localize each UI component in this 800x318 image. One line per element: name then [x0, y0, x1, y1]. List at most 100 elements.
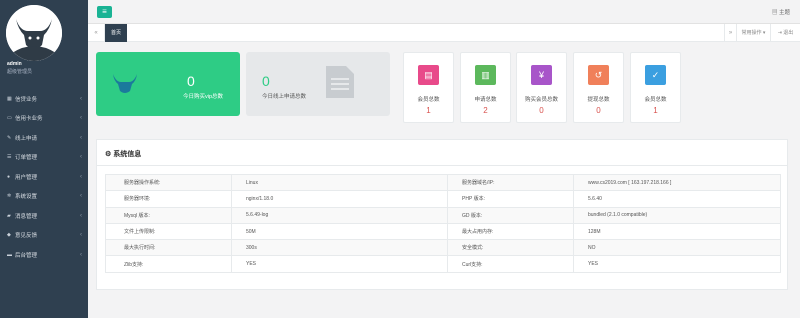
theme-button[interactable]: ▤ 主题 [772, 8, 790, 16]
sidebar-item-label: 线上申请 [15, 135, 38, 142]
sidebar-item-users[interactable]: ● 用户管理 ‹ [0, 167, 88, 187]
stat-value: 1 [426, 106, 431, 115]
table-cell: 5.6.49-log [231, 206, 448, 224]
table-cell: www.cs2019.com [ 163.197.218.166 ] [573, 173, 781, 192]
table-cell: GD 版本: [447, 206, 574, 224]
comment-icon: ◆ [7, 232, 11, 239]
table-cell: 服务器操作系统: [105, 173, 232, 192]
bull-logo-icon [6, 5, 62, 61]
caret-down-icon: ▾ [761, 30, 766, 36]
theme-label: 主题 [778, 10, 790, 16]
stat-value: 1 [653, 106, 658, 115]
topbar: ≡ ▤ 主题 [88, 0, 800, 24]
apply-today-card: 0 今日线上申请总数 [246, 52, 390, 116]
table-cell: bundled (2.1.0 compatible) [573, 206, 781, 224]
tab-home[interactable]: 首页 [105, 24, 127, 42]
edit-icon: ✎ [7, 134, 12, 141]
table-cell: Curl支持: [447, 255, 574, 273]
user-role[interactable]: 超级管理员 [7, 68, 32, 75]
user-icon: ● [7, 173, 11, 180]
sidebar-item-label: 信用卡业务 [15, 116, 43, 123]
sidebar-item-label: 订单管理 [15, 155, 38, 162]
stat-applications: ▥ 申请总数 2 [460, 52, 511, 123]
theme-icon: ▤ [771, 10, 779, 16]
table-cell: 50M [231, 222, 448, 241]
stat-label: 申请总数 [474, 97, 497, 103]
vip-today-value: 0 [187, 73, 195, 89]
ledger-icon: ▥ [475, 65, 496, 85]
sidebar-item-creditcard[interactable]: ▭ 信用卡业务 ‹ [0, 109, 88, 129]
hamburger-icon: ≡ [102, 7, 107, 16]
stat-members: ▤ 会员总数 1 [403, 52, 454, 123]
sidebar-item-settings[interactable]: ✲ 系统设置 ‹ [0, 187, 88, 207]
refund-icon: ↺ [588, 65, 609, 85]
list-icon: ☰ [7, 154, 12, 161]
chevron-left-icon: ‹ [80, 232, 82, 239]
sidebar-nav: ▦ 信贷业务 ‹ ▭ 信用卡业务 ‹ ✎ 线上申请 ‹ ☰ 订单管理 ‹ ● 用户管理 ‹ ✲ 系统设… [0, 89, 88, 265]
sidebar-item-label: 系统设置 [15, 194, 38, 201]
stat-withdrawals: ↺ 提现总数 0 [573, 52, 624, 123]
chat-icon: ▰ [7, 212, 11, 219]
table-cell: Linux [231, 173, 448, 192]
document-icon: ▤ [418, 65, 439, 85]
table-cell: 安全模式: [447, 239, 574, 257]
stat-label: 提现总数 [587, 97, 610, 103]
chevron-left-icon: ‹ [80, 212, 82, 219]
sidebar-item-credit[interactable]: ▦ 信贷业务 ‹ [0, 89, 88, 109]
sidebar-item-messages[interactable]: ▰ 消息管理 ‹ [0, 206, 88, 226]
table-cell: 服务器域名/IP: [447, 173, 574, 192]
chevron-left-icon: ‹ [80, 115, 82, 122]
table-cell: 最大执行时间: [105, 239, 232, 257]
menu-toggle-button[interactable]: ≡ [97, 6, 112, 18]
user-name[interactable]: admin [7, 61, 22, 67]
double-chevron-left-icon: « [94, 30, 98, 36]
sidebar-item-admin[interactable]: ▬ 后台管理 ‹ [0, 245, 88, 265]
sidebar-item-orders[interactable]: ☰ 订单管理 ‹ [0, 148, 88, 168]
divider [97, 165, 787, 166]
table-cell: PHP 版本: [447, 190, 574, 208]
tab-scroll-right-button[interactable]: » [724, 24, 736, 42]
chevron-left-icon: ‹ [80, 251, 82, 258]
sidebar: admin 超级管理员 ▦ 信贷业务 ‹ ▭ 信用卡业务 ‹ ✎ 线上申请 ‹ ☰ 订单管理 ‹… [0, 0, 88, 318]
chevron-left-icon: ‹ [80, 173, 82, 180]
tab-scroll-left-button[interactable]: « [88, 24, 105, 42]
table-row: Mysql 版本: 5.6.49-log GD 版本: bundled (2.1… [105, 206, 781, 224]
table-cell: Mysql 版本: [105, 206, 232, 224]
gears-icon: ✲ [7, 193, 12, 200]
table-row: 文件上传限制: 50M 最大占用内存: 128M [105, 222, 781, 241]
sidebar-item-label: 用户管理 [15, 174, 38, 181]
stat-value: 0 [596, 106, 601, 115]
vip-today-label: 今日购买vip总数 [183, 94, 224, 100]
clipboard-check-icon: ✓ [645, 65, 666, 85]
table-row: 服务器环境: nginx/1.18.0 PHP 版本: 5.6.40 [105, 190, 781, 208]
table-cell: 服务器环境: [105, 190, 232, 208]
sidebar-item-label: 后台管理 [15, 252, 38, 259]
card-icon: ▭ [7, 115, 12, 122]
monitor-icon: ▬ [7, 251, 12, 258]
logout-button[interactable]: ⇥ 退出 [770, 24, 800, 42]
chevron-left-icon: ‹ [80, 95, 82, 102]
double-chevron-right-icon: » [728, 30, 733, 36]
chevron-left-icon: ‹ [80, 193, 82, 200]
sidebar-item-feedback[interactable]: ◆ 意见反馈 ‹ [0, 226, 88, 246]
table-cell: Zlib支持: [105, 255, 232, 273]
stat-label: 会员总数 [644, 97, 667, 103]
sidebar-item-online-apply[interactable]: ✎ 线上申请 ‹ [0, 128, 88, 148]
apply-today-value: 0 [262, 73, 270, 89]
money-bag-icon: ¥ [531, 65, 552, 85]
document-icon [326, 66, 354, 98]
logout-label: 退出 [783, 30, 794, 36]
panel-title: ⚙ 系统信息 [105, 149, 141, 159]
table-cell: NO [573, 239, 781, 257]
sidebar-item-label: 消息管理 [15, 213, 38, 220]
bull-icon [113, 74, 137, 93]
stat-vip-purchases: ¥ 购买会员总数 0 [516, 52, 567, 123]
table-cell: 300s [231, 239, 448, 257]
avatar[interactable] [6, 5, 62, 61]
common-ops-dropdown[interactable]: 常用操作 ▾ [736, 24, 770, 42]
system-info-panel: ⚙ 系统信息 服务器操作系统: Linux 服务器域名/IP: www.cs20… [96, 139, 788, 290]
common-ops-label: 常用操作 [741, 30, 762, 36]
gear-icon: ⚙ [105, 151, 114, 158]
stat-value: 2 [483, 106, 488, 115]
vip-today-card: 0 今日购买vip总数 [96, 52, 240, 116]
